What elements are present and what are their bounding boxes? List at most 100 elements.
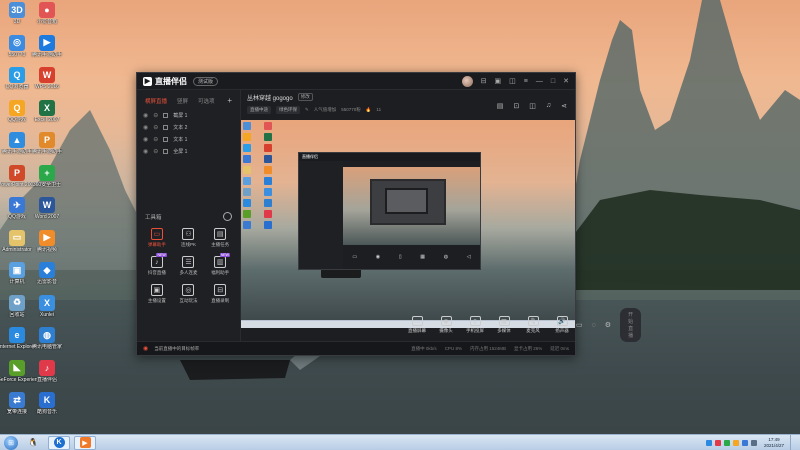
tray-app-icon[interactable] <box>723 439 730 446</box>
source-label: 手机投屏 <box>466 328 484 333</box>
lock-icon[interactable]: ⊖ <box>153 136 158 143</box>
tray-app-icon[interactable] <box>705 439 712 446</box>
lock-icon[interactable]: ⊖ <box>153 148 158 155</box>
bell-icon[interactable]: ♫ <box>546 102 551 110</box>
message-icon[interactable]: ▣ <box>495 77 502 85</box>
source-button[interactable]: ▭ 直播屏幕 <box>403 316 431 334</box>
tab-portrait[interactable]: 竖屏 <box>177 97 188 105</box>
lock-icon[interactable]: ⊖ <box>153 112 158 119</box>
scene-item[interactable]: ◉ ⊖ 截屏 1 <box>137 109 240 121</box>
desktop-shortcut[interactable]: ◆ 迅雷影音 <box>30 262 64 285</box>
start-button[interactable]: ⊞ <box>4 435 18 450</box>
lock-icon[interactable]: ⊖ <box>153 124 158 131</box>
minimize-icon[interactable]: — <box>536 78 543 85</box>
close-icon[interactable]: ✕ <box>563 77 569 85</box>
clock[interactable]: 17:49 2021/4/27 <box>764 437 784 449</box>
tool-icon: ▥ <box>214 256 227 268</box>
source-button[interactable]: 🔊 扬声器 <box>548 316 576 334</box>
tool-item[interactable]: ♪ 抖音直播 NEW <box>141 253 173 276</box>
taskbar-live-companion-icon[interactable]: ▶ <box>74 435 96 450</box>
lock-icon[interactable]: ⊡ <box>513 102 519 110</box>
tab-landscape[interactable]: 横屏直播 <box>145 97 167 105</box>
desktop-shortcut[interactable]: +360安全卫士 <box>30 164 64 188</box>
desktop-shortcut[interactable]: ◍ 腾讯电脑管家 <box>30 327 64 350</box>
tool-label: 直播录制 <box>211 298 230 303</box>
desktop-shortcut[interactable]: X Xunlei <box>30 294 64 318</box>
scene-item[interactable]: ◉ ⊖ 文本 1 <box>137 133 240 145</box>
taskbar-qq-icon[interactable]: 🐧 <box>22 436 44 450</box>
status-notice[interactable]: 当前直播中的目标帧率 <box>154 346 199 352</box>
tool-item[interactable]: ◎ 互动玩法 <box>173 284 205 304</box>
scene-item[interactable]: ◉ ⊖ 全屏 1 <box>137 145 240 157</box>
shortcut-label: 腾讯视频 <box>36 246 57 253</box>
tool-icon: ☰ <box>182 256 195 268</box>
network-icon[interactable] <box>741 439 748 446</box>
record-icon[interactable]: ▭ <box>576 321 583 329</box>
version-badge[interactable]: 测试版 <box>193 76 219 86</box>
maximize-icon[interactable]: □ <box>551 78 555 85</box>
effects-icon[interactable]: ◌ <box>592 322 596 329</box>
desktop-shortcut[interactable]: ♪ 直播伴侣 <box>30 359 64 383</box>
desktop-shortcut[interactable]: W Word 2007 <box>30 197 64 220</box>
tool-icon: ⚇ <box>182 228 195 240</box>
source-icon: 🔊 <box>556 316 568 326</box>
mic-icon: ◍ <box>443 254 449 260</box>
source-button[interactable]: 🎙 麦克风 <box>519 316 547 334</box>
source-button[interactable]: ▯ 手机投屏 <box>461 316 489 334</box>
desktop-shortcut[interactable]: W WPS 2016 <box>30 67 64 90</box>
eye-icon[interactable]: ◉ <box>143 136 148 143</box>
start-live-button[interactable]: 开始直播 <box>620 308 642 342</box>
gift-icon[interactable]: ▤ <box>497 102 504 110</box>
scene-item[interactable]: ◉ ⊖ 文本 2 <box>137 121 240 133</box>
menu-icon[interactable]: ≡ <box>524 78 528 85</box>
source-button[interactable]: ◉ 摄像头 <box>432 316 460 334</box>
tool-item[interactable]: ⊟ 直播录制 <box>204 284 236 304</box>
desktop-shortcut[interactable]: ▶ 腾讯视频 <box>30 229 64 253</box>
tool-label: 福利助手 <box>211 270 230 275</box>
desktop-shortcut[interactable]: K 酷狗音乐 <box>30 392 64 415</box>
source-icon: 🎙 <box>527 316 539 326</box>
shortcut-icon: X <box>39 294 55 311</box>
desktop-shortcut[interactable]: P 腾讯手游助手 <box>30 132 64 155</box>
source-button[interactable]: ▦ 多媒体 <box>490 316 518 334</box>
new-badge: NEW <box>156 253 167 257</box>
taskbar-kugou-icon[interactable]: K <box>48 435 70 450</box>
tray-app-icon[interactable] <box>714 439 721 446</box>
settings-icon[interactable]: ⊟ <box>481 77 487 85</box>
desktop-shortcut[interactable]: X Excel 2007 <box>30 99 64 123</box>
scene-list: ◉ ⊖ 截屏 1 ◉ ⊖ 文本 2 ◉ ⊖ 文本 1 ◉ ⊖ 全屏 1 <box>137 109 240 157</box>
tool-item[interactable]: ▥ 福利助手 NEW <box>204 253 236 276</box>
room-tag[interactable]: 绿色环保 <box>276 105 300 114</box>
share-screen-icon[interactable]: ◫ <box>529 102 536 110</box>
share-icon[interactable]: ⋖ <box>561 102 567 110</box>
tool-item[interactable]: ▤ 主播任务 <box>204 228 236 248</box>
add-scene-icon[interactable]: + <box>227 96 232 105</box>
desktop-shortcut[interactable]: ● 小爱音箱 <box>30 2 64 25</box>
eye-icon[interactable]: ◉ <box>143 112 148 119</box>
edit-title-button[interactable]: 修改 <box>297 93 313 101</box>
tab-optional[interactable]: 可选项 <box>198 97 215 105</box>
tool-item[interactable]: ▭ 弹幕助手 <box>141 228 173 248</box>
volume-icon[interactable] <box>750 439 757 446</box>
tray-app-icon[interactable] <box>732 439 739 446</box>
room-tag[interactable]: 直播中途 <box>247 105 271 114</box>
gear-icon[interactable] <box>223 212 232 221</box>
settings-icon[interactable]: ⚙ <box>605 321 611 329</box>
shortcut-icon: ♻ <box>9 294 25 311</box>
eye-icon[interactable]: ◉ <box>143 148 148 155</box>
avatar[interactable] <box>461 75 473 87</box>
fan-count: 550770粉 <box>341 106 361 112</box>
tool-item[interactable]: ⚇ 连线PK <box>173 228 205 248</box>
shortcut-icon: ▶ <box>39 229 55 246</box>
help-icon[interactable]: ◫ <box>509 77 516 85</box>
source-icon: ▯ <box>469 316 481 326</box>
desktop-shortcut[interactable]: ▶ 腾讯手游助手 <box>30 34 64 58</box>
tool-label: 主播任务 <box>211 242 230 247</box>
status-stats: 直播中 0kb/s CPU 8% 内存占用 1524MB 显卡占用 26% 延迟… <box>411 346 569 352</box>
stream-preview[interactable]: 直播伴侣 ▭ ◉ ▯ ▦ ◍ ◁ <box>241 120 575 328</box>
pencil-icon[interactable]: ✎ <box>305 107 309 113</box>
show-desktop-button[interactable] <box>790 434 796 450</box>
tool-item[interactable]: ☰ 多人连麦 <box>173 256 205 276</box>
tool-item[interactable]: ▣ 主播设置 <box>141 284 173 304</box>
eye-icon[interactable]: ◉ <box>143 124 148 131</box>
